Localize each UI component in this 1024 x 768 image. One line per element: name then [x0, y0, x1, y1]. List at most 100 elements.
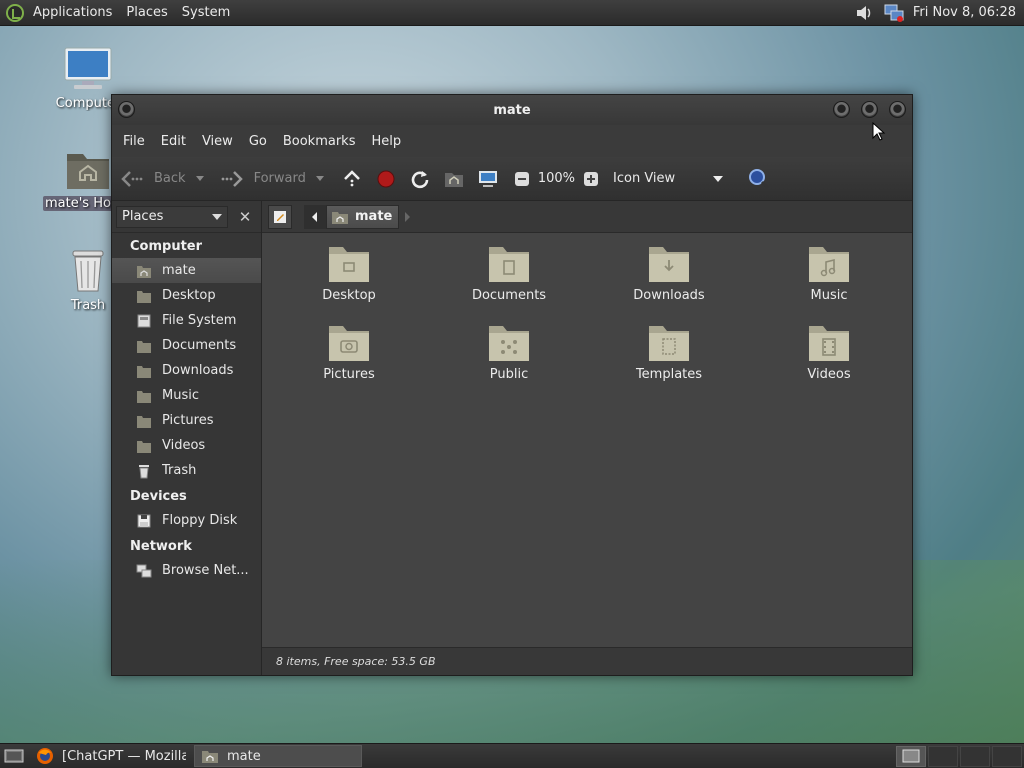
- zoom-out-button[interactable]: [510, 163, 534, 195]
- sidebar-item-pictures[interactable]: Pictures: [112, 408, 261, 433]
- back-history-dropdown-icon[interactable]: [195, 176, 204, 181]
- file-view: mate Desktop Documents Downloads Music P…: [262, 201, 912, 675]
- system-menu[interactable]: System: [175, 0, 237, 26]
- sidebar-selector[interactable]: Places: [116, 205, 228, 228]
- file-item-downloads[interactable]: Downloads: [604, 243, 734, 303]
- zoom-level[interactable]: 100%: [538, 163, 575, 195]
- places-menu[interactable]: Places: [119, 0, 174, 26]
- forward-button[interactable]: Forward: [220, 163, 324, 195]
- folder-icon: [136, 288, 152, 304]
- sidebar-item-desktop[interactable]: Desktop: [112, 283, 261, 308]
- sidebar-item-label: Music: [162, 388, 199, 403]
- file-item-videos[interactable]: Videos: [764, 322, 894, 382]
- sidebar-group-computer: Computer: [130, 239, 203, 254]
- menu-file[interactable]: File: [115, 134, 153, 149]
- file-item-desktop[interactable]: Desktop: [284, 243, 414, 303]
- sidebar-item-label: File System: [162, 313, 237, 328]
- home-folder-icon: [201, 748, 219, 764]
- file-item-music[interactable]: Music: [764, 243, 894, 303]
- folder-desktop-icon: [329, 247, 369, 282]
- workspace-3[interactable]: [960, 745, 990, 767]
- trash-icon: [72, 250, 104, 292]
- folder-documents-icon: [489, 247, 529, 282]
- sidebar-item-downloads[interactable]: Downloads: [112, 358, 261, 383]
- menu-edit[interactable]: Edit: [153, 134, 194, 149]
- file-item-label: Templates: [635, 367, 703, 382]
- workspace-4[interactable]: [992, 745, 1022, 767]
- home-folder-icon: [67, 154, 109, 189]
- applications-menu[interactable]: Applications: [26, 0, 119, 26]
- file-item-pictures[interactable]: Pictures: [284, 322, 414, 382]
- menu-bookmarks[interactable]: Bookmarks: [275, 134, 364, 149]
- network-icon[interactable]: [883, 2, 905, 24]
- back-button[interactable]: Back: [120, 163, 204, 195]
- forward-history-dropdown-icon[interactable]: [315, 176, 324, 181]
- sidebar-item-floppy-disk[interactable]: Floppy Disk: [112, 508, 261, 533]
- sidebar-item-label: Pictures: [162, 413, 214, 428]
- sidebar-item-browse-network[interactable]: Browse Net...: [112, 558, 261, 583]
- sidebar-item-music[interactable]: Music: [112, 383, 261, 408]
- up-button[interactable]: [340, 163, 364, 195]
- search-button[interactable]: [747, 163, 771, 195]
- workspace-switcher: [896, 744, 1024, 768]
- sidebar-item-trash[interactable]: Trash: [112, 458, 261, 483]
- desktop-icon-label: Trash: [70, 298, 106, 313]
- path-left-arrow-icon[interactable]: [304, 204, 326, 229]
- title-bar[interactable]: mate: [112, 95, 912, 125]
- taskbar-item-firefox[interactable]: [ChatGPT — Mozilla ...: [30, 745, 192, 767]
- file-item-public[interactable]: Public: [444, 322, 574, 382]
- volume-icon[interactable]: [853, 2, 875, 24]
- zoom-in-button[interactable]: [579, 163, 603, 195]
- chevron-down-icon: [713, 175, 724, 182]
- menu-view[interactable]: View: [194, 134, 241, 149]
- show-desktop-button[interactable]: [0, 745, 28, 767]
- sidebar-item-file-system[interactable]: File System: [112, 308, 261, 333]
- mate-logo-icon[interactable]: [6, 3, 24, 22]
- back-arrow-icon: [120, 167, 144, 191]
- path-right-arrow-icon[interactable]: [399, 205, 415, 229]
- taskbar-item-mate[interactable]: mate: [194, 745, 362, 767]
- taskbar-item-label: [ChatGPT — Mozilla ...: [62, 748, 186, 764]
- folder-pictures-icon: [329, 326, 369, 361]
- view-mode-select[interactable]: Icon View: [613, 163, 724, 195]
- folder-videos-icon: [136, 438, 152, 454]
- floppy-disk-icon: [136, 513, 152, 529]
- workspace-2[interactable]: [928, 745, 958, 767]
- minimize-button[interactable]: [833, 101, 850, 118]
- sidebar-item-videos[interactable]: Videos: [112, 433, 261, 458]
- file-item-label: Downloads: [633, 288, 705, 303]
- mouse-cursor-icon: [872, 122, 886, 141]
- home-folder-icon: [442, 167, 466, 191]
- reload-button[interactable]: [408, 163, 432, 195]
- computer-button[interactable]: [476, 163, 500, 195]
- file-item-label: Documents: [471, 288, 547, 303]
- sidebar-header: Places ✕: [112, 201, 261, 233]
- zoom-out-icon: [510, 167, 534, 191]
- maximize-button[interactable]: [861, 101, 878, 118]
- file-item-documents[interactable]: Documents: [444, 243, 574, 303]
- search-icon: [747, 167, 771, 191]
- path-crumb-mate[interactable]: mate: [326, 204, 400, 229]
- folder-downloads-icon: [136, 363, 152, 379]
- clock[interactable]: Fri Nov 8, 06:28: [909, 5, 1020, 20]
- close-sidebar-icon[interactable]: ✕: [234, 206, 256, 228]
- trash-icon: [136, 463, 152, 479]
- reload-icon: [408, 167, 432, 191]
- window-menu-button[interactable]: [118, 101, 135, 118]
- network-icon: [136, 563, 152, 579]
- folder-music-icon: [809, 247, 849, 282]
- sidebar-item-label: Downloads: [162, 363, 234, 378]
- menu-go[interactable]: Go: [241, 134, 275, 149]
- sidebar-item-mate[interactable]: mate: [112, 258, 261, 283]
- drive-icon: [136, 313, 152, 329]
- workspace-1[interactable]: [896, 745, 926, 767]
- close-button[interactable]: [889, 101, 906, 118]
- sidebar-item-documents[interactable]: Documents: [112, 333, 261, 358]
- home-button[interactable]: [442, 163, 466, 195]
- sidebar-group-network: Network: [130, 539, 192, 554]
- edit-location-icon[interactable]: [268, 204, 292, 229]
- stop-button[interactable]: [374, 163, 398, 195]
- computer-icon: [476, 167, 500, 191]
- menu-help[interactable]: Help: [363, 134, 409, 149]
- file-item-templates[interactable]: Templates: [604, 322, 734, 382]
